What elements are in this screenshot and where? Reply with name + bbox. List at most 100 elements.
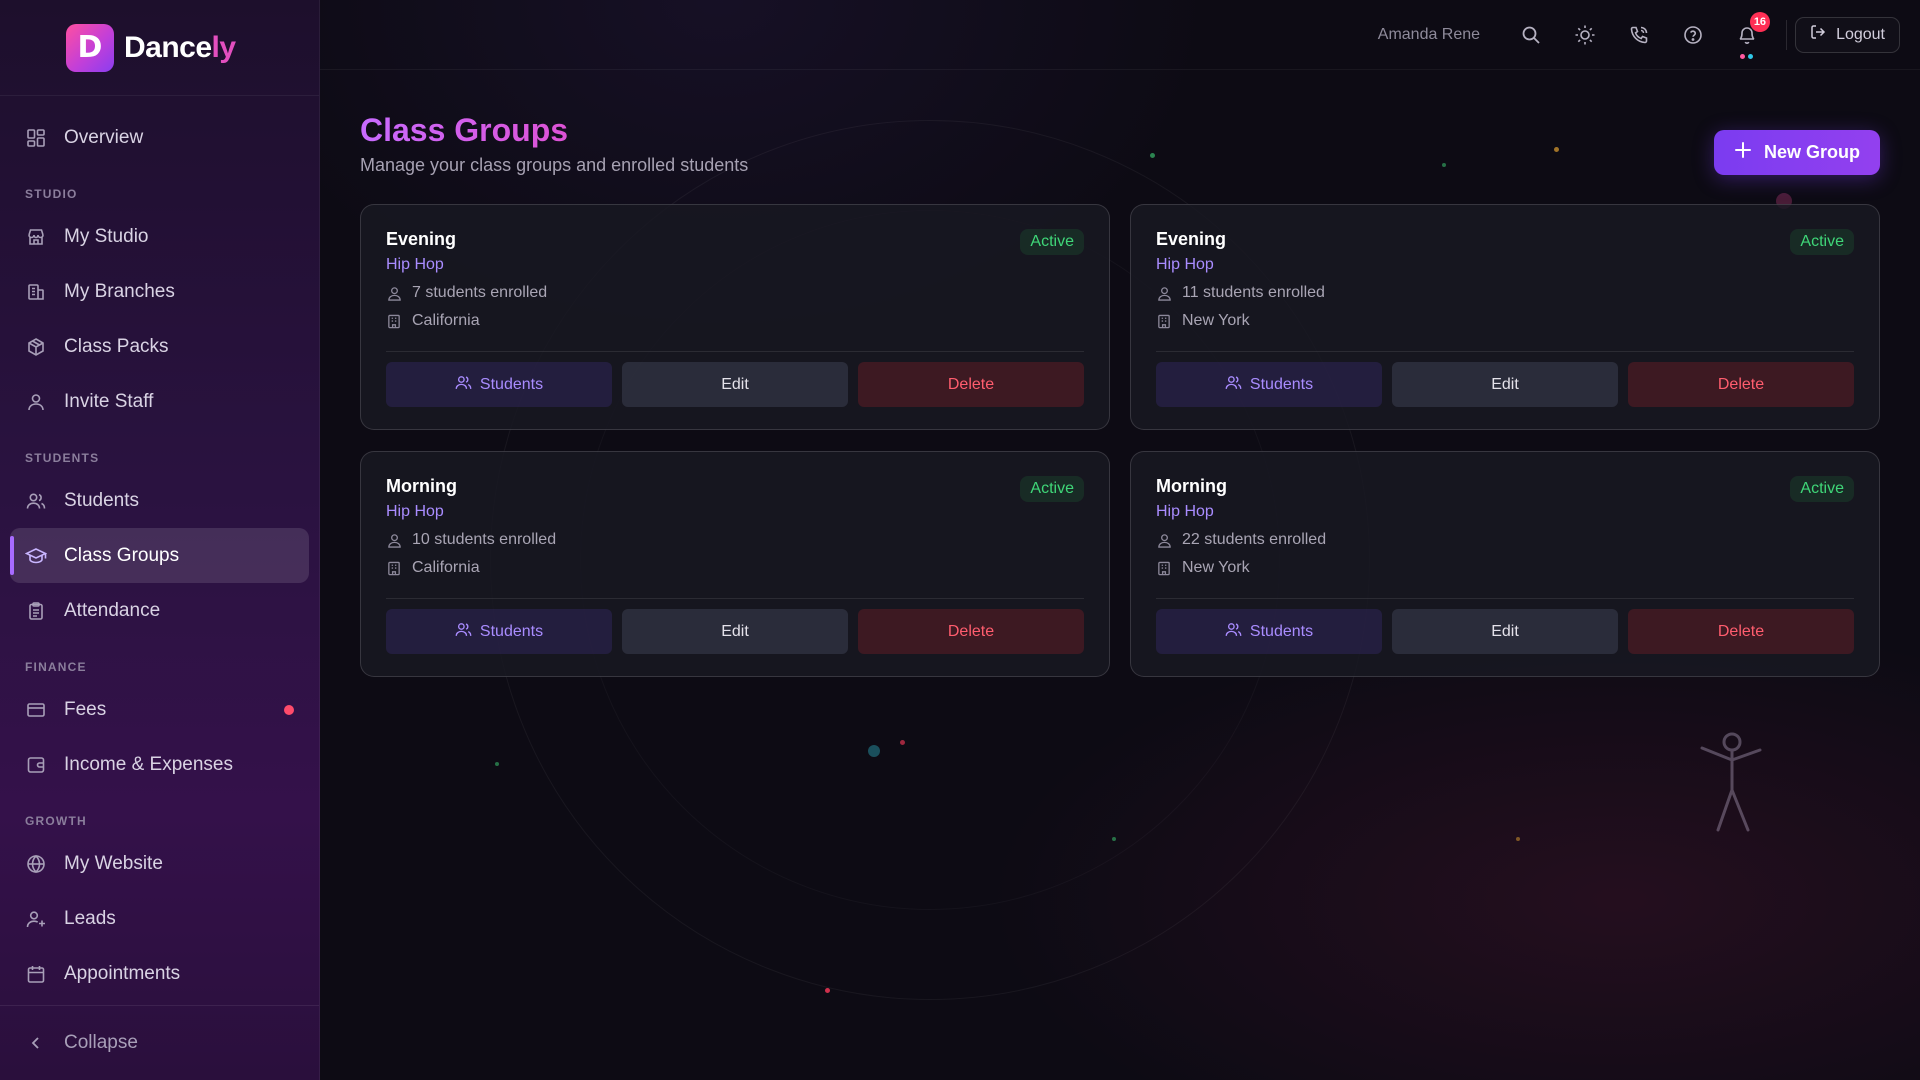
delete-button[interactable]: Delete [1628, 362, 1854, 407]
building-icon [386, 313, 402, 329]
enrolled-text: 10 students enrolled [412, 531, 557, 548]
enrolled-count: 10 students enrolled [386, 531, 1084, 549]
search-icon[interactable] [1518, 22, 1544, 48]
dancer-figure-decoration [1700, 732, 1762, 832]
sidebar-item-label: Class Groups [64, 544, 180, 566]
delete-button[interactable]: Delete [1628, 609, 1854, 654]
group-name: Morning [1156, 476, 1227, 496]
bg-dot [1112, 837, 1116, 841]
sidebar: D Dancely Overview STUDIO My Studio My B… [0, 0, 320, 1080]
sidebar-item-fees[interactable]: Fees [10, 682, 309, 737]
logo-text-main: Dance [124, 30, 212, 64]
main-area: Amanda Rene 16 Logout Class Groups Manag… [320, 0, 1920, 1080]
delete-button[interactable]: Delete [858, 609, 1084, 654]
building-icon [25, 281, 47, 303]
sidebar-item-leads[interactable]: Leads [10, 891, 309, 946]
users-icon [455, 621, 472, 643]
sun-icon[interactable] [1572, 22, 1598, 48]
section-label-finance: FINANCE [25, 660, 87, 674]
logout-button[interactable]: Logout [1795, 16, 1900, 53]
page-subtitle: Manage your class groups and enrolled st… [360, 155, 749, 175]
section-label-growth: GROWTH [25, 814, 87, 828]
sidebar-item-attendance[interactable]: Attendance [10, 583, 309, 638]
notification-badge: 16 [1749, 11, 1771, 32]
help-icon[interactable] [1680, 22, 1706, 48]
group-grid: Evening Hip Hop Active 7 students enroll… [360, 204, 1880, 677]
edit-button[interactable]: Edit [1392, 609, 1618, 654]
sidebar-item-my-website[interactable]: My Website [10, 836, 309, 891]
enrolled-text: 11 students enrolled [1182, 284, 1325, 301]
building-icon [1156, 313, 1172, 329]
plus-icon [1734, 141, 1752, 164]
phone-icon[interactable] [1626, 22, 1652, 48]
sidebar-item-students[interactable]: Students [10, 473, 309, 528]
students-button[interactable]: Students [386, 609, 612, 654]
app-root: D Dancely Overview STUDIO My Studio My B… [0, 0, 1920, 1080]
bell-icon[interactable]: 16 [1734, 11, 1771, 59]
section-label-students: STUDENTS [25, 451, 100, 465]
logout-label: Logout [1836, 25, 1885, 43]
globe-icon [25, 853, 47, 875]
collapse-button[interactable]: Collapse [0, 1005, 319, 1080]
students-button[interactable]: Students [1156, 609, 1382, 654]
sidebar-item-class-packs[interactable]: Class Packs [10, 319, 309, 374]
students-button[interactable]: Students [386, 362, 612, 407]
logo[interactable]: D Dancely [0, 0, 319, 96]
bg-dot [900, 740, 905, 745]
sidebar-item-income-expenses[interactable]: Income & Expenses [10, 737, 309, 792]
group-style: Hip Hop [386, 503, 444, 520]
group-style: Hip Hop [1156, 503, 1214, 520]
location: New York [1156, 559, 1854, 577]
edit-button[interactable]: Edit [1392, 362, 1618, 407]
sidebar-item-class-groups[interactable]: Class Groups [10, 528, 309, 583]
location: New York [1156, 312, 1854, 330]
edit-button[interactable]: Edit [622, 609, 848, 654]
students-label: Students [479, 375, 544, 393]
user-name[interactable]: Amanda Rene [1378, 26, 1480, 44]
enrolled-text: 22 students enrolled [1182, 531, 1327, 548]
sidebar-nav: Overview STUDIO My Studio My Branches Cl [0, 96, 319, 1005]
logout-icon [1810, 24, 1826, 45]
logo-text: Dancely [124, 31, 236, 65]
chevron-left-icon [25, 1032, 47, 1054]
status-badge: Active [1020, 476, 1084, 502]
delete-button[interactable]: Delete [858, 362, 1084, 407]
sidebar-item-my-branches[interactable]: My Branches [10, 264, 309, 319]
sidebar-item-invite-staff[interactable]: Invite Staff [10, 374, 309, 429]
clipboard-icon [25, 600, 47, 622]
enrolled-count: 22 students enrolled [1156, 531, 1854, 549]
bg-dot [868, 745, 880, 757]
graduation-cap-icon [25, 545, 47, 567]
students-label: Students [1249, 375, 1314, 393]
bg-dot [495, 762, 499, 766]
bg-dot [825, 988, 830, 993]
sidebar-item-appointments[interactable]: Appointments [10, 946, 309, 1001]
sidebar-item-label: My Website [64, 852, 163, 874]
sidebar-item-label: Students [64, 489, 139, 511]
sidebar-item-my-studio[interactable]: My Studio [10, 209, 309, 264]
location: California [386, 312, 1084, 330]
group-card: Evening Hip Hop Active 11 students enrol… [1130, 204, 1880, 430]
card-actions: Students Edit Delete [386, 598, 1084, 654]
new-group-button[interactable]: New Group [1713, 130, 1880, 175]
students-button[interactable]: Students [1156, 362, 1382, 407]
group-style: Hip Hop [1156, 256, 1214, 273]
sidebar-item-label: Fees [64, 698, 107, 720]
collapse-label: Collapse [64, 1032, 138, 1053]
bg-dot [1516, 837, 1520, 841]
grid-icon [25, 127, 47, 149]
sidebar-item-label: Attendance [64, 599, 161, 621]
page-header: Class Groups Manage your class groups an… [360, 112, 1880, 176]
enrolled-count: 11 students enrolled [1156, 284, 1854, 302]
new-group-label: New Group [1763, 142, 1860, 162]
edit-button[interactable]: Edit [622, 362, 848, 407]
users-icon [25, 490, 47, 512]
enrolled-count: 7 students enrolled [386, 284, 1084, 302]
credit-card-icon [25, 699, 47, 721]
group-name: Evening [386, 229, 457, 249]
users-icon [1225, 621, 1242, 643]
sidebar-item-overview[interactable]: Overview [10, 110, 309, 165]
logo-mark: D [66, 23, 114, 72]
card-actions: Students Edit Delete [386, 351, 1084, 407]
user-icon [1156, 532, 1172, 548]
